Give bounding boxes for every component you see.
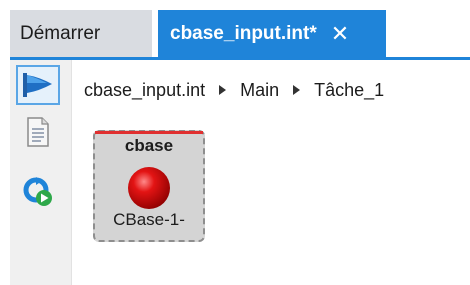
tab-label: cbase_input.int* bbox=[170, 22, 317, 44]
block-title: cbase bbox=[124, 136, 174, 155]
document-icon bbox=[27, 117, 49, 147]
refresh-run-button[interactable] bbox=[16, 172, 60, 212]
cbase-block[interactable]: cbase CBase-1- bbox=[93, 130, 205, 242]
block-top-line bbox=[95, 131, 203, 134]
document-button[interactable] bbox=[16, 112, 60, 152]
breadcrumb-item[interactable]: Tâche_1 bbox=[314, 80, 384, 101]
tab-bar: Démarrer cbase_input.int* ✕ bbox=[0, 0, 470, 57]
close-icon[interactable]: ✕ bbox=[331, 21, 349, 47]
run-flag-button[interactable] bbox=[16, 65, 60, 105]
tab-demarrer[interactable]: Démarrer bbox=[10, 10, 152, 57]
breadcrumb: cbase_input.int Main Tâche_1 bbox=[84, 72, 384, 108]
run-flag-icon bbox=[23, 73, 52, 97]
tab-cbase-input[interactable]: cbase_input.int* ✕ bbox=[158, 10, 386, 57]
breadcrumb-item[interactable]: Main bbox=[240, 80, 279, 101]
breadcrumb-item[interactable]: cbase_input.int bbox=[84, 80, 205, 101]
tab-underline bbox=[10, 57, 470, 60]
chevron-right-icon bbox=[293, 85, 301, 95]
left-toolbar bbox=[10, 60, 72, 285]
block-label: CBase-1- bbox=[113, 210, 185, 229]
refresh-run-icon bbox=[23, 177, 52, 206]
red-led-icon bbox=[128, 167, 170, 209]
chevron-right-icon bbox=[219, 85, 227, 95]
tab-label: Démarrer bbox=[20, 22, 101, 44]
diagram-canvas[interactable]: cbase CBase-1- bbox=[73, 110, 470, 285]
